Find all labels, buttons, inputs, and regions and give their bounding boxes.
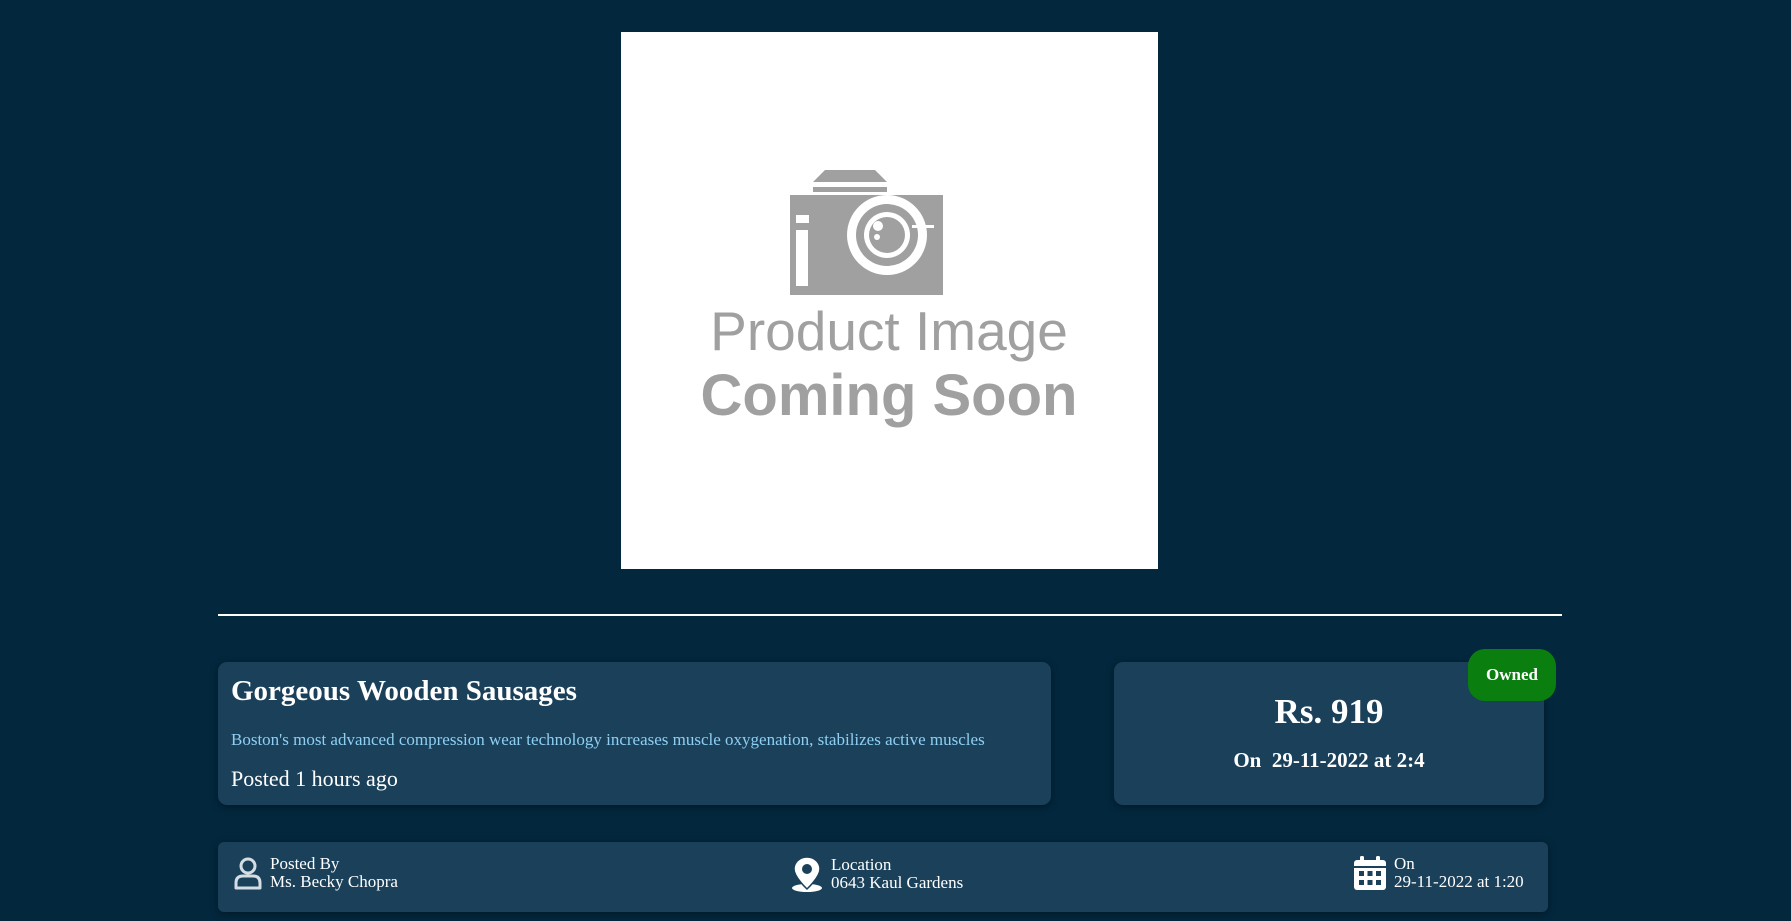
posted-date: On 29-11-2022 at 1:20 [1353,855,1524,891]
placeholder-line-2: Coming Soon [701,363,1078,428]
posted-by: Posted By Ms. Becky Chopra [233,855,398,891]
camera-icon [790,170,943,295]
location: Location 0643 Kaul Gardens [790,855,963,893]
location-value: 0643 Kaul Gardens [831,873,964,892]
product-image-placeholder: Product Image Coming Soon [701,170,1078,428]
product-title: Gorgeous Wooden Sausages [231,675,577,707]
status-badge: Owned [1468,649,1556,701]
divider [218,614,1562,616]
product-description: Boston's most advanced compression wear … [231,730,985,749]
user-icon [233,856,263,890]
date-value: 29-11-2022 at 1:20 [1394,872,1524,891]
posted-time: Posted 1 hours ago [231,766,398,791]
calendar-icon [1353,855,1387,891]
date-label: On [1394,854,1415,873]
price-date: On 29-11-2022 at 2:4 [1233,748,1425,772]
posted-by-label: Posted By [270,854,340,873]
product-info-card: Gorgeous Wooden Sausages Boston's most a… [218,662,1051,805]
posted-by-value: Ms. Becky Chopra [270,872,398,891]
map-pin-icon [790,855,824,893]
product-image: Product Image Coming Soon [621,32,1158,569]
location-label: Location [831,855,892,874]
meta-bar: Posted By Ms. Becky Chopra Location 0643… [218,842,1548,912]
placeholder-line-1: Product Image [710,300,1068,362]
